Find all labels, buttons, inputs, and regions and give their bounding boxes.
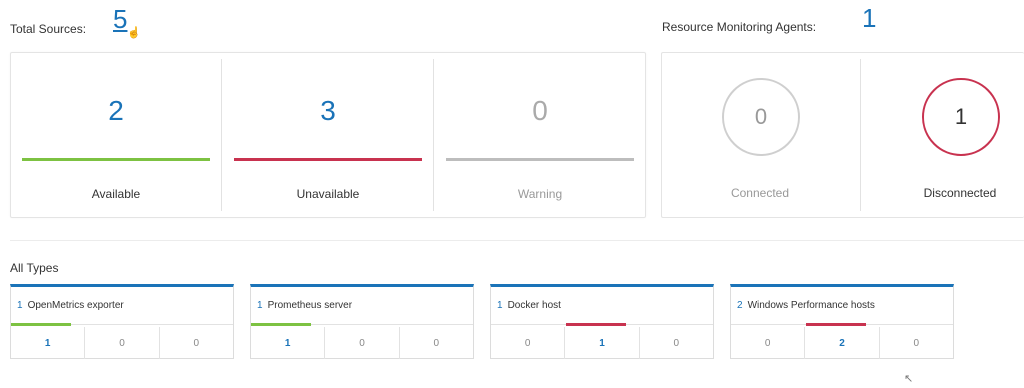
available-bar — [22, 158, 210, 161]
all-types-heading: All Types — [10, 261, 59, 275]
type-cell[interactable]: 0 — [491, 327, 566, 359]
type-highlight-bar — [11, 323, 71, 326]
disconnected-label: Disconnected — [923, 186, 997, 200]
unavailable-label: Unavailable — [296, 187, 360, 201]
type-card-title: 2 Windows Performance hosts — [737, 300, 875, 311]
divider — [860, 59, 861, 211]
source-status-panel: 2 Available 3 Unavailable 0 Warning — [10, 52, 646, 218]
type-card-cells: 1 0 0 — [251, 327, 473, 359]
status-warning[interactable]: 0 Warning — [435, 59, 645, 213]
status-available[interactable]: 2 Available — [11, 59, 221, 213]
total-sources-label: Total Sources: — [10, 22, 87, 36]
mouse-pointer-icon: ↖ — [904, 373, 914, 385]
type-card-title: 1 Prometheus server — [257, 300, 352, 311]
type-card-cells: 0 2 0 — [731, 327, 953, 359]
type-card-cells: 1 0 0 — [11, 327, 233, 359]
connected-ring: 0 — [722, 78, 800, 156]
type-cell[interactable]: 0 — [85, 327, 160, 359]
available-label: Available — [91, 187, 141, 201]
type-name: OpenMetrics exporter — [27, 300, 124, 311]
type-highlight-bar — [806, 323, 866, 326]
type-name: Windows Performance hosts — [747, 300, 875, 311]
available-count: 2 — [108, 95, 124, 126]
type-count: 1 — [497, 300, 503, 311]
resource-monitoring-agents-count[interactable]: 1 — [862, 3, 876, 34]
warning-count: 0 — [532, 95, 548, 126]
divider — [433, 59, 434, 211]
type-cell[interactable]: 1 — [11, 327, 86, 359]
type-card-openmetrics[interactable]: 1 OpenMetrics exporter 1 0 0 — [10, 284, 234, 359]
agents-connected[interactable]: 0 Connected — [662, 59, 858, 213]
status-unavailable[interactable]: 3 Unavailable — [223, 59, 433, 213]
type-name: Prometheus server — [267, 300, 353, 311]
type-name: Docker host — [507, 300, 561, 311]
warning-bar — [446, 158, 634, 161]
type-count: 1 — [17, 300, 23, 311]
agents-panel: 0 Connected 1 Disconnected — [661, 52, 1024, 218]
type-card-windows-performance[interactable]: 2 Windows Performance hosts 0 2 0 — [730, 284, 954, 359]
type-cell[interactable]: 2 — [805, 327, 880, 359]
type-count: 1 — [257, 300, 263, 311]
disconnected-ring: 1 — [922, 78, 1000, 156]
divider — [221, 59, 222, 211]
type-card-cells: 0 1 0 — [491, 327, 713, 359]
type-cell[interactable]: 0 — [160, 327, 233, 359]
type-highlight-bar — [566, 323, 626, 326]
type-card-title: 1 Docker host — [497, 300, 561, 311]
warning-label: Warning — [517, 187, 563, 201]
type-cell[interactable]: 0 — [640, 327, 713, 359]
type-highlight-bar — [251, 323, 311, 326]
section-divider — [10, 240, 1024, 241]
total-sources-count[interactable]: 5 — [113, 4, 127, 35]
type-cell[interactable]: 1 — [565, 327, 640, 359]
unavailable-count: 3 — [320, 95, 336, 126]
hand-cursor-icon: ☝ — [127, 27, 141, 39]
type-card-title: 1 OpenMetrics exporter — [17, 300, 124, 311]
type-cell[interactable]: 0 — [731, 327, 806, 359]
type-card-prometheus[interactable]: 1 Prometheus server 1 0 0 — [250, 284, 474, 359]
type-cell[interactable]: 0 — [400, 327, 473, 359]
connected-label: Connected — [730, 186, 790, 200]
type-cell[interactable]: 1 — [251, 327, 326, 359]
type-cell[interactable]: 0 — [325, 327, 400, 359]
agents-disconnected[interactable]: 1 Disconnected — [862, 59, 1024, 213]
type-count: 2 — [737, 300, 743, 311]
type-cell[interactable]: 0 — [880, 327, 953, 359]
unavailable-bar — [234, 158, 422, 161]
type-card-docker[interactable]: 1 Docker host 0 1 0 — [490, 284, 714, 359]
resource-monitoring-agents-label: Resource Monitoring Agents: — [662, 20, 817, 34]
